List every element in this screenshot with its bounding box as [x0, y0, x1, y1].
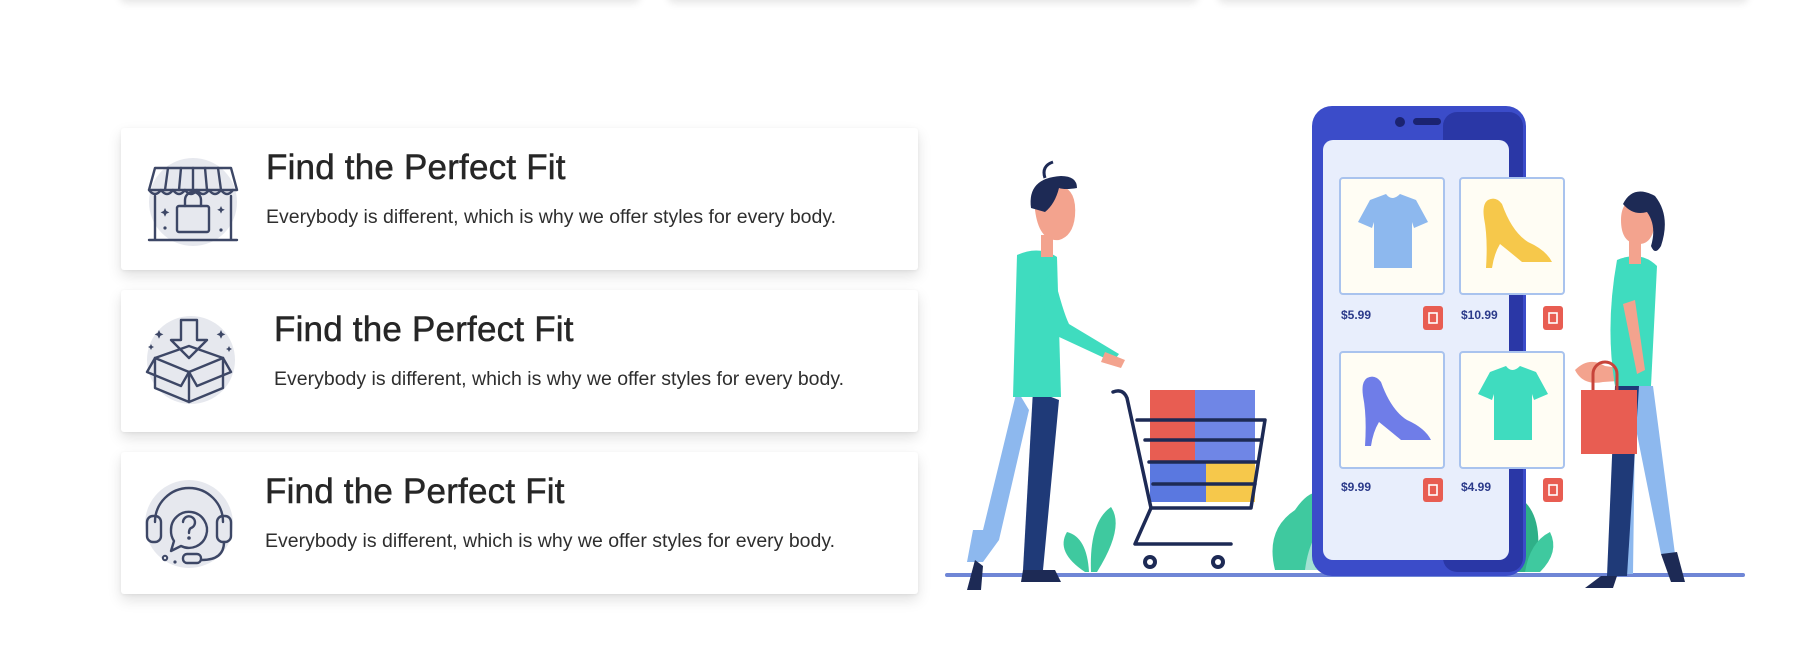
- feature-card: Find the Perfect Fit Everybody is differ…: [121, 290, 918, 432]
- previous-section-cards-edge: [0, 0, 1815, 10]
- add-to-bag-icon: [1423, 478, 1443, 502]
- feature-description: Everybody is different, which is why we …: [266, 206, 837, 228]
- feature-card: Find the Perfect Fit Everybody is differ…: [121, 452, 918, 594]
- feature-description: Everybody is different, which is why we …: [274, 368, 845, 390]
- feature-description: Everybody is different, which is why we …: [265, 530, 836, 552]
- shopping-illustration: $5.99 $10.99 $9.99 $4.99: [945, 100, 1755, 590]
- feature-title: Find the Perfect Fit: [265, 472, 565, 512]
- plant-icon: [1063, 507, 1116, 572]
- shopping-cart-icon: [1111, 389, 1267, 569]
- feature-title: Find the Perfect Fit: [274, 310, 574, 350]
- add-to-bag-icon: [1423, 306, 1443, 330]
- open-box-icon: [137, 308, 241, 412]
- add-to-bag-icon: [1543, 478, 1563, 502]
- price-label: $9.99: [1341, 480, 1371, 494]
- price-label: $10.99: [1461, 308, 1498, 322]
- feature-title: Find the Perfect Fit: [266, 148, 566, 188]
- support-headset-icon: [137, 470, 241, 574]
- feature-card: Find the Perfect Fit Everybody is differ…: [121, 128, 918, 270]
- storefront-bag-icon: [137, 146, 241, 250]
- woman-figure: [1575, 191, 1685, 588]
- price-label: $5.99: [1341, 308, 1371, 322]
- add-to-bag-icon: [1543, 306, 1563, 330]
- price-label: $4.99: [1461, 480, 1491, 494]
